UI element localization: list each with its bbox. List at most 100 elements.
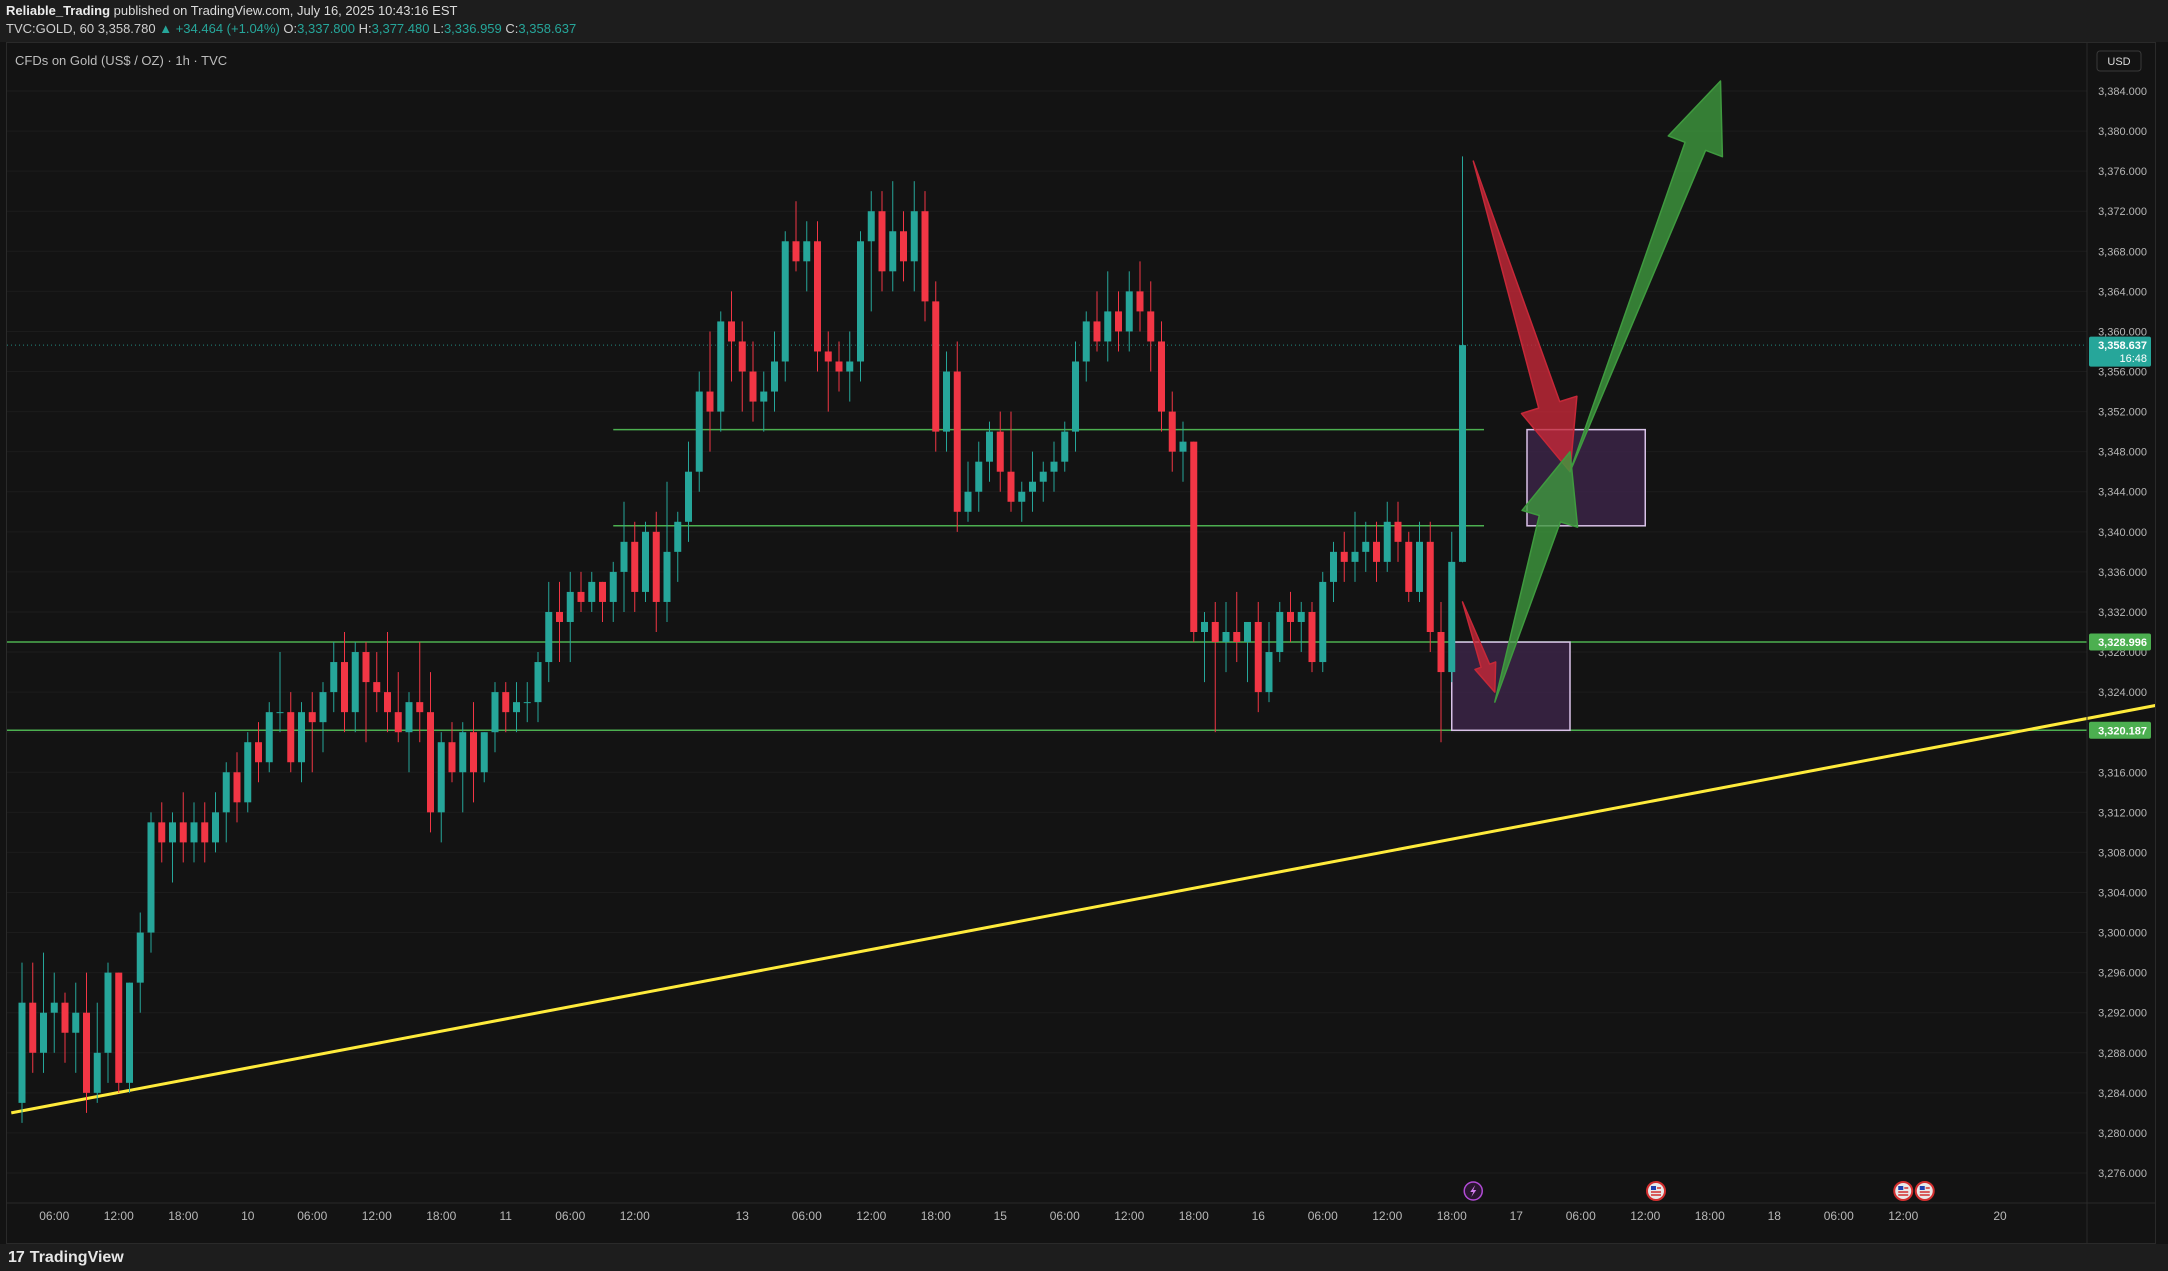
open-value: 3,337.800 xyxy=(297,21,355,36)
candle xyxy=(1383,501,1391,572)
price-tag: 3,358.63716:48 xyxy=(2089,336,2151,367)
candle-body xyxy=(147,822,155,933)
candle xyxy=(287,692,295,773)
candlestick-chart[interactable]: 3,276.000 3,280.000 3,284.000 3,288.000 3,29… xyxy=(7,43,2155,1243)
x-tick-label: 18:00 xyxy=(1695,1209,1725,1223)
us-flag-event-icon[interactable] xyxy=(1893,1181,1914,1201)
chart-header: Reliable_Trading published on TradingVie… xyxy=(0,0,2168,42)
candle-body xyxy=(1179,441,1187,452)
candle-body xyxy=(685,471,692,522)
flag-icon-ring xyxy=(1646,1181,1666,1201)
lightning-event-icon[interactable] xyxy=(1463,1181,1483,1201)
x-tick-label: 12:00 xyxy=(1888,1209,1918,1223)
publisher-name[interactable]: Reliable_Trading xyxy=(6,3,110,18)
x-tick-label: 06:00 xyxy=(792,1209,822,1223)
us-flag-event-icon[interactable] xyxy=(1914,1181,1935,1201)
candle xyxy=(394,672,402,743)
arrows[interactable] xyxy=(1461,80,1724,703)
candle xyxy=(760,371,768,432)
candle-body xyxy=(480,732,488,773)
candle xyxy=(1426,521,1434,653)
candle xyxy=(846,331,854,402)
x-tick-label: 12:00 xyxy=(856,1209,886,1223)
tradingview-brand[interactable]: 17 TradingView xyxy=(8,1249,124,1267)
x-tick-label: 20 xyxy=(1993,1209,2007,1223)
grid xyxy=(7,90,2087,1174)
candle xyxy=(448,722,456,783)
candle-body xyxy=(814,241,821,352)
candle-body xyxy=(169,822,176,843)
candle xyxy=(1136,261,1144,332)
red-arrow-0[interactable] xyxy=(1472,160,1578,473)
horizontal-levels[interactable] xyxy=(7,428,2087,732)
candle xyxy=(83,972,90,1113)
candle-body xyxy=(1018,491,1026,502)
brand-name: TradingView xyxy=(29,1249,124,1266)
candle xyxy=(523,682,531,723)
green-arrow-3[interactable] xyxy=(1569,80,1724,473)
candle xyxy=(1018,481,1026,522)
candle xyxy=(1351,511,1359,582)
candle xyxy=(513,682,520,733)
trendline-layer[interactable] xyxy=(10,692,2155,1115)
candle xyxy=(534,652,542,723)
y-tick-label: 3,276.000 xyxy=(2098,1168,2147,1180)
y-tick-label: 3,300.000 xyxy=(2098,928,2147,940)
trendline[interactable] xyxy=(10,692,2155,1115)
candle xyxy=(341,632,348,733)
candle xyxy=(1362,521,1370,572)
published-text: published on TradingView.com, July 16, 2… xyxy=(113,3,458,18)
candle-body xyxy=(72,1012,80,1033)
low-label: L: xyxy=(433,21,444,36)
candle xyxy=(179,792,187,863)
candle-body xyxy=(1265,652,1273,693)
candle-body xyxy=(566,591,574,622)
y-tick-label: 3,304.000 xyxy=(2098,887,2147,899)
currency-button[interactable]: USD xyxy=(2096,50,2142,72)
y-tick-label: 3,296.000 xyxy=(2098,968,2147,980)
candle-body xyxy=(1405,541,1413,592)
y-tick-label: 3,356.000 xyxy=(2098,367,2147,379)
candle xyxy=(201,802,209,863)
candle-body xyxy=(179,822,187,843)
flag-icon-canton xyxy=(1651,1186,1656,1190)
candle xyxy=(921,191,929,322)
candle-body xyxy=(1362,541,1370,552)
candle-body xyxy=(1416,541,1423,592)
y-tick-label: 3,372.000 xyxy=(2098,206,2147,218)
candle-body xyxy=(943,371,950,432)
candle xyxy=(1459,156,1466,563)
candle xyxy=(72,982,80,1073)
candle-body xyxy=(1007,471,1015,502)
candle xyxy=(1007,411,1015,512)
candle xyxy=(900,211,907,282)
candle xyxy=(147,812,155,953)
candle-body xyxy=(1459,345,1466,562)
footer: 17 TradingView xyxy=(0,1244,2168,1271)
candle xyxy=(943,351,950,452)
candle-body xyxy=(631,541,639,592)
high-value: 3,377.480 xyxy=(371,21,430,36)
candle-body xyxy=(298,712,305,763)
candle-body xyxy=(900,231,907,262)
us-flag-event-icon[interactable] xyxy=(1646,1181,1666,1201)
candle xyxy=(545,581,553,683)
event-markers[interactable] xyxy=(1463,1181,1935,1201)
y-tick-label: 3,368.000 xyxy=(2098,246,2147,258)
candle-body xyxy=(136,932,144,983)
candle-body xyxy=(609,571,617,602)
zones[interactable] xyxy=(1451,428,1646,732)
candle xyxy=(104,962,112,1083)
candle xyxy=(814,221,821,372)
candle xyxy=(1050,441,1058,492)
candle xyxy=(1179,421,1187,482)
candle xyxy=(685,441,692,542)
chart-area[interactable]: 3,276.000 3,280.000 3,284.000 3,288.000 3,29… xyxy=(6,42,2156,1244)
open-label: O: xyxy=(283,21,298,36)
x-tick-label: 18:00 xyxy=(1179,1209,1209,1223)
low-value: 3,336.959 xyxy=(443,21,502,36)
price-tag-label: 3,358.637 xyxy=(2098,340,2147,352)
candle-body xyxy=(620,541,628,572)
candle xyxy=(222,762,230,843)
candle-body xyxy=(190,822,198,843)
